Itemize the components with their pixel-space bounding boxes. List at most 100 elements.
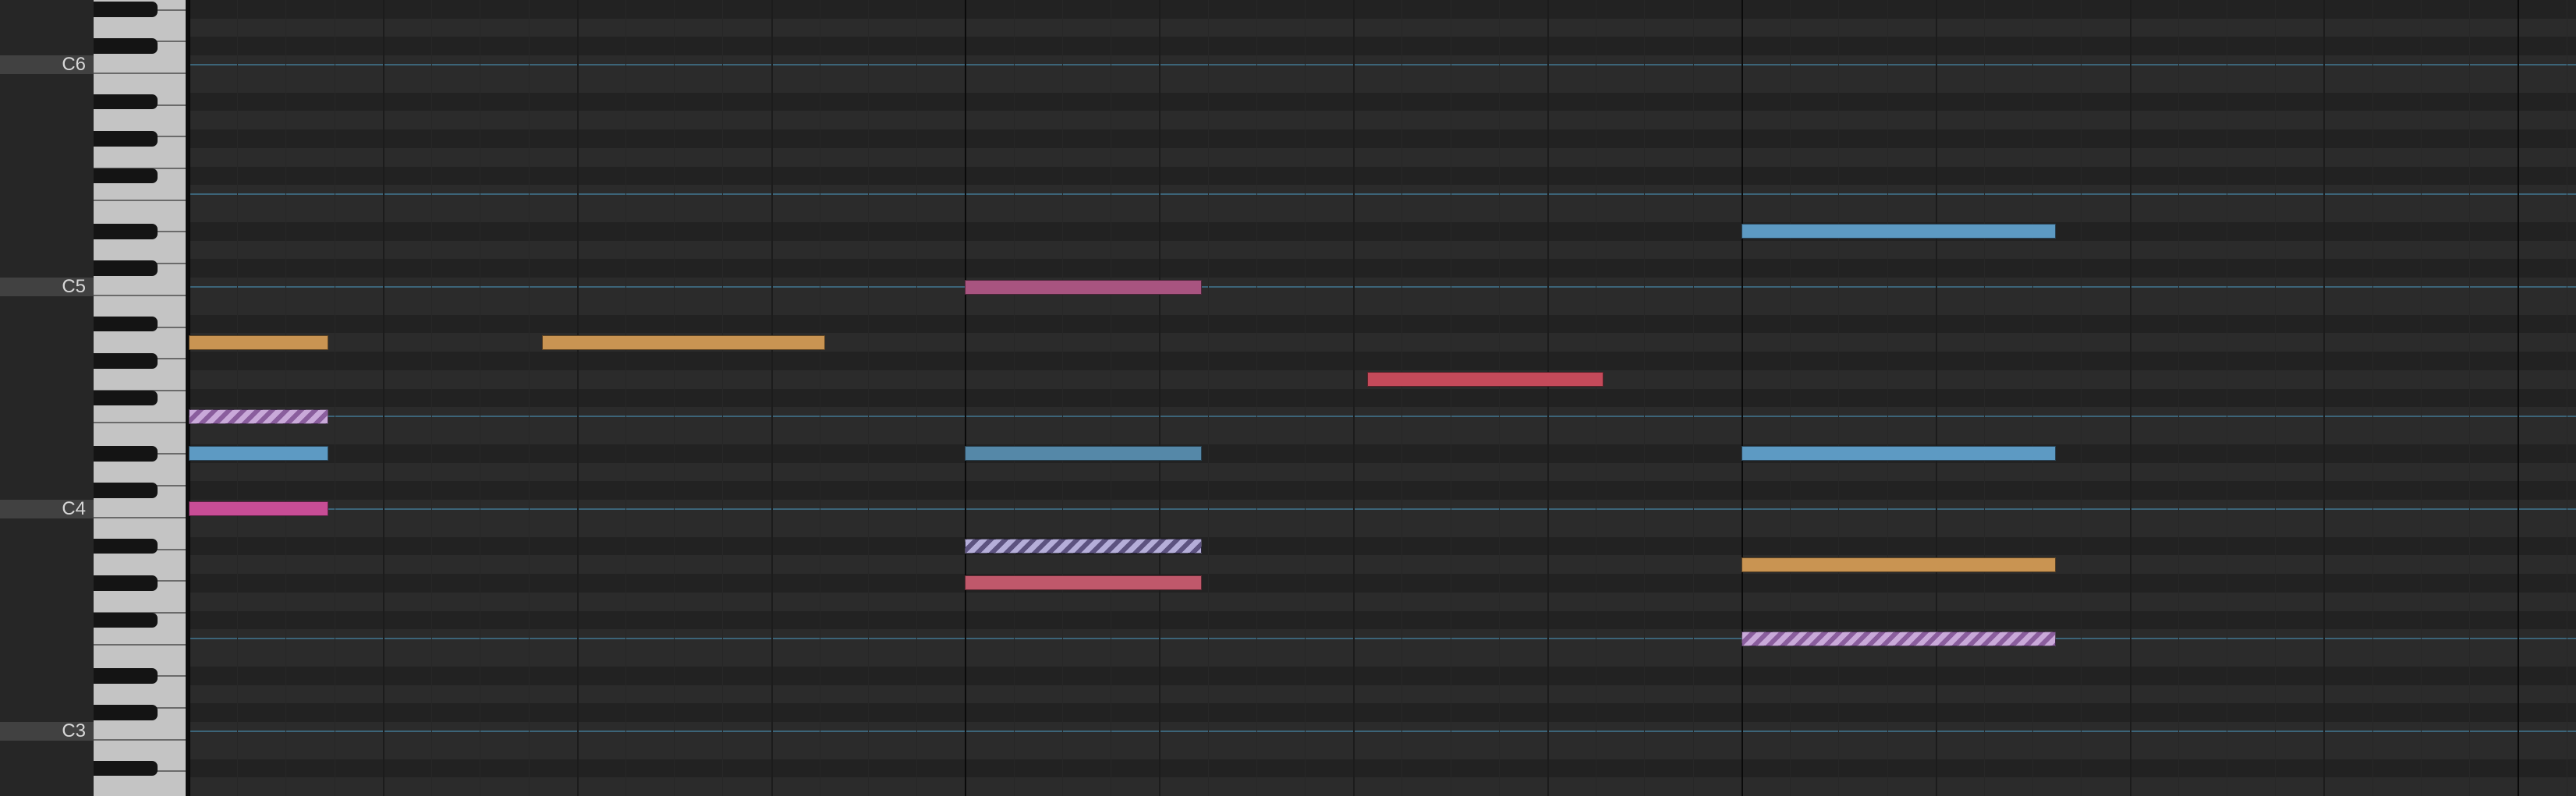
grid-row bbox=[189, 518, 2576, 537]
black-key[interactable] bbox=[94, 260, 158, 277]
black-key[interactable] bbox=[94, 316, 158, 332]
grid-row bbox=[189, 352, 2576, 370]
grid-row bbox=[189, 592, 2576, 611]
bar-line bbox=[2518, 0, 2520, 796]
subdivision-line bbox=[528, 0, 530, 796]
subdivision-line bbox=[1401, 0, 1403, 796]
subdivision-line bbox=[237, 0, 239, 796]
grid-row bbox=[189, 221, 2576, 241]
subdivision-line bbox=[1207, 0, 1209, 796]
grid-row bbox=[189, 147, 2576, 167]
black-key[interactable] bbox=[94, 483, 158, 499]
octave-label: C3 bbox=[0, 721, 94, 741]
beat-line bbox=[771, 0, 773, 796]
octave-label: C6 bbox=[0, 55, 94, 75]
subdivision-line bbox=[285, 0, 287, 796]
subdivision-line bbox=[916, 0, 918, 796]
midi-note[interactable] bbox=[965, 575, 1203, 591]
grid-row bbox=[189, 0, 2576, 19]
subdivision-line bbox=[2177, 0, 2179, 796]
grid-row bbox=[189, 388, 2576, 408]
subdivision-line bbox=[2275, 0, 2277, 796]
grid-row bbox=[189, 462, 2576, 482]
grid-row bbox=[189, 166, 2576, 186]
grid-row bbox=[189, 18, 2576, 37]
grid-row bbox=[189, 295, 2576, 315]
beat-line bbox=[382, 0, 384, 796]
grid-row bbox=[189, 574, 2576, 593]
black-key[interactable] bbox=[94, 538, 158, 554]
midi-note[interactable] bbox=[189, 409, 329, 424]
grid-row bbox=[189, 426, 2576, 444]
black-key[interactable] bbox=[94, 760, 158, 777]
grid-row bbox=[189, 111, 2576, 130]
pitch-guide-line bbox=[189, 193, 2576, 196]
grid-row bbox=[189, 259, 2576, 278]
grid-row bbox=[189, 610, 2576, 630]
subdivision-line bbox=[625, 0, 626, 796]
pitch-guide-line bbox=[189, 64, 2576, 66]
black-key[interactable] bbox=[94, 223, 158, 239]
black-key[interactable] bbox=[94, 94, 158, 110]
subdivision-line bbox=[1692, 0, 1694, 796]
octave-label: C4 bbox=[0, 499, 94, 518]
subdivision-line bbox=[1790, 0, 1791, 796]
black-key[interactable] bbox=[94, 705, 158, 720]
subdivision-line bbox=[431, 0, 433, 796]
grid-row bbox=[189, 648, 2576, 667]
grid-row bbox=[189, 481, 2576, 501]
subdivision-line bbox=[2372, 0, 2373, 796]
midi-note[interactable] bbox=[1741, 631, 2057, 646]
black-key[interactable] bbox=[94, 612, 158, 628]
midi-note[interactable] bbox=[1741, 557, 2057, 572]
beat-line bbox=[1353, 0, 1355, 796]
black-key[interactable] bbox=[94, 2, 158, 17]
midi-note[interactable] bbox=[965, 279, 1203, 295]
midi-note[interactable] bbox=[965, 446, 1203, 462]
black-key[interactable] bbox=[94, 667, 158, 684]
black-key[interactable] bbox=[94, 353, 158, 369]
subdivision-line bbox=[1644, 0, 1646, 796]
grid-row bbox=[189, 777, 2576, 796]
white-key[interactable] bbox=[94, 772, 186, 796]
grid-row bbox=[189, 703, 2576, 722]
piano-roll-editor: C6 C5 C4 C3 bbox=[0, 0, 2576, 796]
grid-row bbox=[189, 92, 2576, 111]
midi-note[interactable] bbox=[541, 334, 826, 350]
beat-line bbox=[1547, 0, 1550, 796]
black-key[interactable] bbox=[94, 445, 158, 462]
beat-line bbox=[2129, 0, 2131, 796]
grid-row bbox=[189, 740, 2576, 759]
black-key[interactable] bbox=[94, 38, 158, 55]
beat-line bbox=[1159, 0, 1161, 796]
grid-row bbox=[189, 314, 2576, 334]
midi-note[interactable] bbox=[189, 446, 329, 462]
black-key[interactable] bbox=[94, 390, 158, 406]
midi-note[interactable] bbox=[965, 538, 1203, 554]
grid-row bbox=[189, 444, 2576, 463]
grid-row bbox=[189, 536, 2576, 556]
midi-note[interactable] bbox=[1366, 372, 1604, 387]
midi-note[interactable] bbox=[189, 501, 329, 517]
black-key[interactable] bbox=[94, 131, 158, 147]
grid-row bbox=[189, 555, 2576, 575]
black-key[interactable] bbox=[94, 575, 158, 591]
subdivision-line bbox=[722, 0, 724, 796]
pitch-guide-line bbox=[189, 730, 2576, 732]
subdivision-line bbox=[1887, 0, 1888, 796]
subdivision-line bbox=[2469, 0, 2471, 796]
midi-note[interactable] bbox=[189, 334, 329, 350]
subdivision-line bbox=[1061, 0, 1063, 796]
grid-row bbox=[189, 129, 2576, 148]
subdivision-line bbox=[868, 0, 870, 796]
bar-line bbox=[189, 0, 190, 796]
black-key[interactable] bbox=[94, 168, 158, 184]
beat-line bbox=[2323, 0, 2326, 796]
piano-keyboard[interactable] bbox=[94, 0, 189, 796]
note-grid[interactable] bbox=[189, 0, 2576, 796]
grid-row bbox=[189, 240, 2576, 260]
midi-note[interactable] bbox=[1741, 224, 2057, 239]
midi-note[interactable] bbox=[1741, 446, 2057, 462]
octave-label-column: C6 C5 C4 C3 bbox=[0, 0, 94, 796]
grid-row bbox=[189, 685, 2576, 704]
